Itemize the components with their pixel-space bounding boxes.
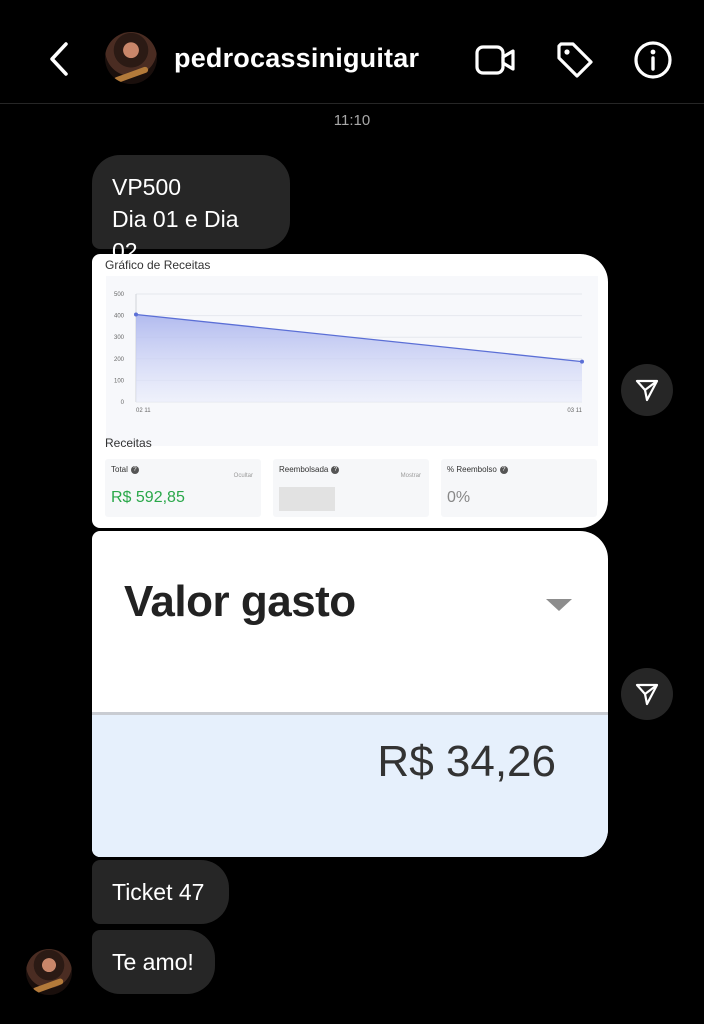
card-label: Reembolsada? <box>279 465 340 474</box>
spend-amount: R$ 34,26 <box>377 737 556 786</box>
message-line: VP500 <box>112 174 182 200</box>
dropdown-arrow-icon <box>546 599 572 611</box>
hide-link[interactable]: Ocultar <box>234 473 253 479</box>
total-card: Total? Ocultar R$ 592,85 <box>105 459 261 517</box>
spend-label: Valor gasto <box>124 577 356 626</box>
x-tick-label: 02 11 <box>136 408 151 414</box>
y-tick-label: 200 <box>114 357 125 363</box>
card-label: % Reembolso? <box>447 465 508 474</box>
message-text: Te amo! <box>112 949 194 975</box>
y-tick-label: 500 <box>114 292 125 298</box>
revenue-chart: 500 400 300 200 100 0 02 11 03 11 <box>106 276 598 446</box>
y-tick-label: 300 <box>114 335 125 341</box>
send-icon <box>635 683 659 706</box>
y-tick-label: 400 <box>114 314 125 320</box>
revenue-area <box>136 314 582 402</box>
message-bubble[interactable]: Te amo! <box>92 930 215 994</box>
section-title: Receitas <box>105 436 152 450</box>
chat-header: pedrocassiniguitar <box>0 0 704 104</box>
revenue-screenshot-message[interactable]: Gráfico de Receitas 500 400 300 200 100 0 02 1… <box>92 254 608 528</box>
card-label: Total? <box>111 465 139 474</box>
send-icon <box>635 379 659 402</box>
info-icon[interactable] <box>631 38 675 82</box>
message-timestamp: 11:10 <box>333 112 371 129</box>
y-tick-label: 0 <box>121 400 125 406</box>
help-icon: ? <box>331 465 340 474</box>
message-bubble[interactable]: Ticket 47 <box>92 860 229 924</box>
refund-percent-value: 0% <box>447 489 471 506</box>
share-button[interactable] <box>621 364 673 416</box>
help-icon: ? <box>130 465 139 474</box>
show-link[interactable]: Mostrar <box>401 473 421 479</box>
total-value: R$ 592,85 <box>111 489 185 506</box>
spend-value-panel: R$ 34,26 <box>92 712 608 857</box>
sender-avatar[interactable] <box>26 949 72 995</box>
profile-avatar[interactable] <box>105 32 157 84</box>
refund-percent-card: % Reembolso? 0% <box>441 459 597 517</box>
tag-icon[interactable] <box>553 38 597 82</box>
refunded-card: Reembolsada? Mostrar <box>273 459 429 517</box>
help-icon: ? <box>499 465 508 474</box>
message-bubble[interactable]: VP500 Dia 01 e Dia 02 <box>92 155 290 264</box>
spend-screenshot-message[interactable]: Valor gasto R$ 34,26 <box>92 531 608 857</box>
data-point <box>134 312 138 317</box>
data-point <box>580 359 584 364</box>
hidden-value-placeholder <box>279 487 335 511</box>
chart-title: Gráfico de Receitas <box>105 258 211 272</box>
revenue-chart-svg: 500 400 300 200 100 0 02 11 03 11 <box>114 292 584 414</box>
y-tick-label: 100 <box>114 378 125 384</box>
share-button[interactable] <box>621 668 673 720</box>
chat-username[interactable]: pedrocassiniguitar <box>174 43 419 74</box>
video-call-icon[interactable] <box>473 38 517 82</box>
back-chevron-icon[interactable] <box>40 38 80 80</box>
x-tick-label: 03 11 <box>567 408 582 414</box>
message-text: Ticket 47 <box>112 879 205 905</box>
